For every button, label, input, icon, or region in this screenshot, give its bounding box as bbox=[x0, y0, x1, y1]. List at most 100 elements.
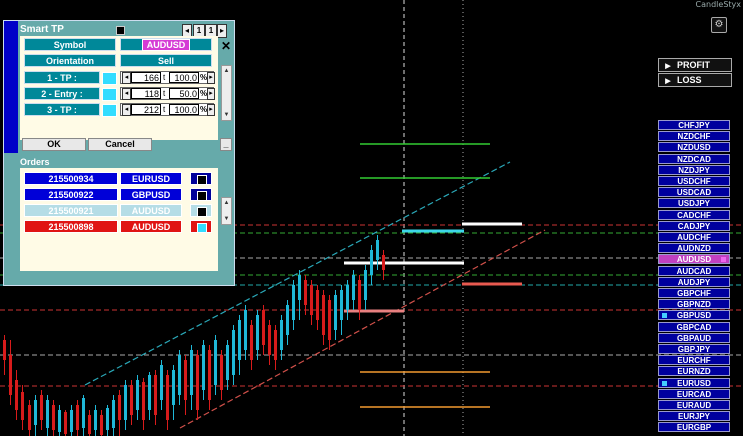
symbol-item[interactable]: GBPCHF bbox=[658, 288, 730, 298]
color-swatch[interactable] bbox=[102, 72, 117, 85]
symbol-item[interactable]: AUDCHF bbox=[658, 232, 730, 242]
candle-body bbox=[196, 355, 199, 410]
orders-scroll-down-icon[interactable]: ▼ bbox=[222, 214, 231, 224]
scroll-down-icon[interactable]: ▼ bbox=[222, 110, 231, 120]
order-id[interactable]: 215500921 bbox=[24, 204, 118, 217]
candle-body bbox=[58, 410, 61, 432]
orders-title: Orders bbox=[20, 157, 50, 167]
symbol-item[interactable]: GBPNZD bbox=[658, 299, 730, 310]
candle-body bbox=[130, 385, 133, 415]
candle-body bbox=[322, 295, 325, 335]
decrement-icon[interactable]: ◂ bbox=[122, 88, 131, 100]
loss-button[interactable]: ▶ LOSS bbox=[658, 73, 732, 87]
percent-input[interactable]: 100.0 bbox=[169, 72, 199, 83]
candle-body bbox=[202, 345, 205, 390]
order-checkbox[interactable] bbox=[190, 204, 212, 217]
settings-icon[interactable]: ⚙ bbox=[711, 17, 727, 33]
order-checkbox[interactable] bbox=[190, 220, 212, 233]
percent-input[interactable]: 50.0 bbox=[169, 88, 199, 99]
candle-body bbox=[250, 325, 253, 360]
orders-scroll-up-icon[interactable]: ▲ bbox=[222, 198, 231, 208]
candle-body bbox=[178, 355, 181, 395]
candle-body bbox=[238, 320, 241, 360]
percent-input[interactable]: 100.0 bbox=[169, 104, 199, 115]
profit-button[interactable]: ▶ PROFIT bbox=[658, 58, 732, 72]
order-symbol[interactable]: GBPUSD bbox=[120, 188, 182, 201]
arrow-right-icon: ▶ bbox=[665, 78, 671, 85]
cancel-button[interactable]: Cancel bbox=[88, 138, 152, 151]
symbol-item[interactable]: NZDUSD bbox=[658, 142, 730, 153]
value-input[interactable]: 166 bbox=[131, 72, 161, 83]
symbol-item[interactable]: EURCHF bbox=[658, 355, 730, 366]
candle-body bbox=[286, 305, 289, 335]
candle-body bbox=[184, 360, 187, 400]
symbol-item[interactable]: NZDCHF bbox=[658, 131, 730, 142]
candle-body bbox=[226, 345, 229, 380]
symbol-item[interactable]: EURJPY bbox=[658, 411, 730, 422]
increment-icon[interactable]: ▸ bbox=[207, 104, 215, 116]
symbol-item[interactable]: NZDCAD bbox=[658, 153, 730, 164]
symbol-item[interactable]: GBPUSD bbox=[658, 310, 730, 321]
symbol-item[interactable]: EURCAD bbox=[658, 388, 730, 399]
ok-button[interactable]: OK bbox=[22, 138, 86, 151]
order-symbol[interactable]: AUDUSD bbox=[120, 220, 182, 233]
order-id[interactable]: 215500922 bbox=[24, 188, 118, 201]
symbol-item[interactable]: EURGBP bbox=[658, 422, 730, 433]
increment-icon[interactable]: ▸ bbox=[207, 88, 215, 100]
symbol-item[interactable]: USDCHF bbox=[658, 176, 730, 186]
decrement-icon[interactable]: ◂ bbox=[122, 72, 131, 84]
symbol-item[interactable]: AUDUSD bbox=[658, 254, 730, 265]
candle-body bbox=[382, 255, 385, 270]
symbol-item[interactable]: EURNZD bbox=[658, 366, 730, 377]
candle-body bbox=[244, 310, 247, 350]
close-icon[interactable]: ✕ bbox=[218, 39, 234, 53]
candle-body bbox=[274, 330, 277, 360]
value-input[interactable]: 118 bbox=[131, 88, 161, 99]
candle-body bbox=[88, 415, 91, 434]
value-input[interactable]: 212 bbox=[131, 104, 161, 115]
symbol-field[interactable]: AUDUSD bbox=[120, 38, 212, 51]
candle-body bbox=[340, 290, 343, 320]
order-id[interactable]: 215500934 bbox=[24, 172, 118, 185]
candle-body bbox=[3, 340, 6, 360]
symbol-item[interactable]: NZDJPY bbox=[658, 164, 730, 175]
color-swatch[interactable] bbox=[102, 88, 117, 101]
panel-drag-handle[interactable] bbox=[4, 21, 18, 153]
orientation-toggle[interactable]: Sell bbox=[120, 54, 212, 67]
symbol-item[interactable]: CHFJPY bbox=[658, 120, 730, 130]
minimize-icon[interactable] bbox=[116, 26, 125, 35]
symbol-item[interactable]: CADJPY bbox=[658, 220, 730, 231]
candle-body bbox=[214, 340, 217, 385]
symbol-item[interactable]: EURUSD bbox=[658, 377, 730, 388]
increment-icon[interactable]: ▸ bbox=[207, 72, 215, 84]
symbol-item[interactable]: EURAUD bbox=[658, 400, 730, 410]
symbol-item[interactable]: AUDJPY bbox=[658, 276, 730, 287]
orders-scrollbar[interactable]: ▲ ▼ bbox=[221, 197, 232, 225]
row-label: 2 - Entry : bbox=[24, 87, 100, 100]
color-swatch[interactable] bbox=[102, 104, 117, 117]
candle-body bbox=[142, 382, 145, 420]
order-checkbox[interactable] bbox=[190, 188, 212, 201]
order-checkbox[interactable] bbox=[190, 172, 212, 185]
symbol-item[interactable]: GBPAUD bbox=[658, 332, 730, 343]
symbol-item[interactable]: GBPCAD bbox=[658, 321, 730, 332]
scroll-up-icon[interactable]: ▲ bbox=[222, 66, 231, 76]
order-symbol[interactable]: AUDUSD bbox=[120, 204, 182, 217]
symbol-item[interactable]: AUDNZD bbox=[658, 243, 730, 254]
candle-body bbox=[310, 285, 313, 315]
page-next-icon[interactable]: ▸ bbox=[217, 24, 227, 38]
smart-tp-panel: Smart TP ◂ 1 1 ▸ ✕ Symbol AUDUSD Orienta… bbox=[3, 20, 235, 286]
candle-body bbox=[268, 325, 271, 355]
symbol-item[interactable]: CADCHF bbox=[658, 209, 730, 220]
candle-body bbox=[118, 395, 121, 420]
candle-body bbox=[106, 408, 109, 430]
symbol-item[interactable]: AUDCAD bbox=[658, 265, 730, 276]
order-symbol[interactable]: EURUSD bbox=[120, 172, 182, 185]
decrement-icon[interactable]: ◂ bbox=[122, 104, 131, 116]
symbol-item[interactable]: USDCAD bbox=[658, 187, 730, 198]
collapse-button[interactable]: _ bbox=[220, 138, 232, 151]
order-id[interactable]: 215500898 bbox=[24, 220, 118, 233]
symbol-item[interactable]: USDJPY bbox=[658, 198, 730, 209]
symbol-item[interactable]: GBPJPY bbox=[658, 344, 730, 354]
settings-scrollbar[interactable]: ▲ ▼ bbox=[221, 65, 232, 121]
